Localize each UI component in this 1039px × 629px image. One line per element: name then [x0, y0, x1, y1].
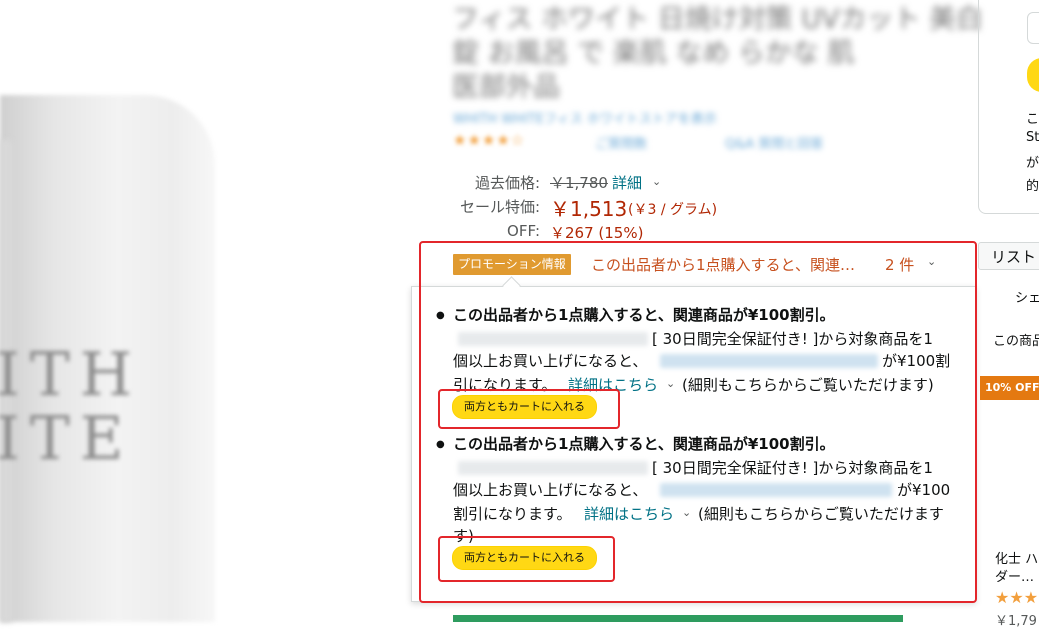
- off-label: OFF:: [507, 222, 540, 240]
- buybox-text: こ: [1026, 112, 1039, 127]
- quantity-select[interactable]: [1027, 12, 1039, 44]
- past-price-detail-link[interactable]: 詳細: [612, 172, 642, 193]
- past-price-label: 過去価格:: [474, 174, 540, 192]
- off-value: ￥267 (15%): [550, 224, 644, 242]
- related-product-title[interactable]: 化士 ハ: [995, 548, 1038, 567]
- product-title-line-3: 医部外品: [452, 72, 560, 103]
- buybox-text: が: [1026, 156, 1039, 171]
- annotation-highlight-button-1: [438, 389, 620, 429]
- add-to-list-button[interactable]: リスト: [978, 242, 1039, 270]
- related-product-price: ￥1,79: [995, 614, 1037, 629]
- past-price: ￥1,780: [550, 174, 608, 192]
- product-image-text-1: ITH: [0, 340, 143, 410]
- buybox-text: 的: [1026, 179, 1039, 194]
- discount-badge: 10% OFF: [980, 376, 1039, 400]
- brand-store-link[interactable]: WHITH WHITEフィス ホワイトストアを表示: [453, 108, 717, 127]
- bottom-green-bar: [453, 615, 903, 622]
- rating-stars-icon[interactable]: ★★★★☆: [453, 131, 525, 149]
- buybox-text: St: [1026, 130, 1039, 145]
- ratings-link[interactable]: ご質問数: [595, 133, 647, 152]
- chevron-down-icon[interactable]: ⌄: [652, 175, 661, 188]
- unit-price: (￥3 / グラム): [628, 202, 718, 218]
- qa-link[interactable]: Q&A 質問と回答: [725, 133, 823, 152]
- sale-price-label: セール特価:: [459, 198, 540, 216]
- annotation-highlight-button-2: [438, 536, 615, 582]
- product-image-text-2: ITE: [0, 404, 134, 474]
- related-rating-stars-icon[interactable]: ★★★: [995, 588, 1038, 607]
- related-products-label: この商品: [993, 334, 1039, 349]
- share-label[interactable]: シェ: [1015, 287, 1039, 306]
- sale-price: ￥1,513: [550, 197, 628, 221]
- related-product-title[interactable]: ダー…: [995, 566, 1034, 585]
